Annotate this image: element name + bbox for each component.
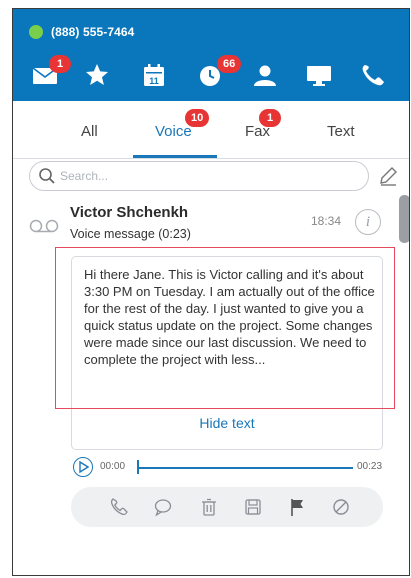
highlight-box — [55, 247, 395, 409]
top-bar: (888) 555-7464 1 11 66 — [13, 9, 409, 101]
search-icon — [39, 168, 55, 184]
play-button[interactable] — [73, 457, 93, 477]
search-box — [29, 161, 369, 191]
caller-name: Victor Shchenkh — [70, 204, 189, 221]
history-badge: 66 — [217, 55, 242, 73]
svg-text:11: 11 — [149, 76, 159, 86]
search-input[interactable] — [60, 167, 350, 185]
contacts-icon[interactable] — [251, 63, 279, 87]
desktop-icon[interactable] — [305, 63, 333, 87]
tab-voice[interactable]: Voice — [155, 123, 192, 140]
scrollbar-thumb[interactable] — [399, 195, 409, 243]
fax-badge: 1 — [259, 109, 281, 127]
call-back-icon[interactable] — [109, 497, 129, 517]
app-window: (888) 555-7464 1 11 66 All Voice 10 Fax … — [12, 8, 410, 576]
online-status-icon — [29, 25, 43, 39]
voice-badge: 10 — [185, 109, 210, 127]
calendar-icon[interactable]: 11 — [140, 63, 168, 87]
voicemail-duration: Voice message (0:23) — [70, 227, 191, 241]
voicemail-icon — [29, 219, 59, 233]
flag-icon[interactable] — [287, 497, 307, 517]
status-row: (888) 555-7464 — [29, 25, 134, 39]
message-actions — [71, 487, 383, 527]
save-icon[interactable] — [243, 497, 263, 517]
message-icon[interactable] — [153, 497, 173, 517]
playback-current-time: 00:00 — [100, 461, 126, 472]
message-time: 18:34 — [311, 214, 342, 228]
compose-edit-icon[interactable] — [377, 165, 399, 187]
message-tabs: All Voice 10 Fax 1 Text — [13, 109, 409, 159]
phone-number: (888) 555-7464 — [51, 25, 135, 39]
block-icon[interactable] — [331, 497, 351, 517]
playback-duration: 00:23 — [357, 461, 383, 472]
seek-track[interactable] — [138, 467, 353, 469]
toolbar: 1 11 66 — [13, 55, 409, 93]
info-button[interactable]: i — [355, 209, 381, 235]
mail-badge: 1 — [49, 55, 71, 73]
trash-icon[interactable] — [199, 497, 219, 517]
play-icon — [79, 461, 89, 473]
phone-icon[interactable] — [359, 63, 387, 87]
hide-text-button[interactable]: Hide text — [71, 415, 383, 431]
star-icon[interactable] — [83, 63, 111, 87]
audio-player: 00:00 00:23 — [73, 455, 393, 479]
active-tab-indicator — [133, 155, 217, 158]
tab-text[interactable]: Text — [327, 123, 355, 140]
tab-all[interactable]: All — [81, 123, 98, 140]
